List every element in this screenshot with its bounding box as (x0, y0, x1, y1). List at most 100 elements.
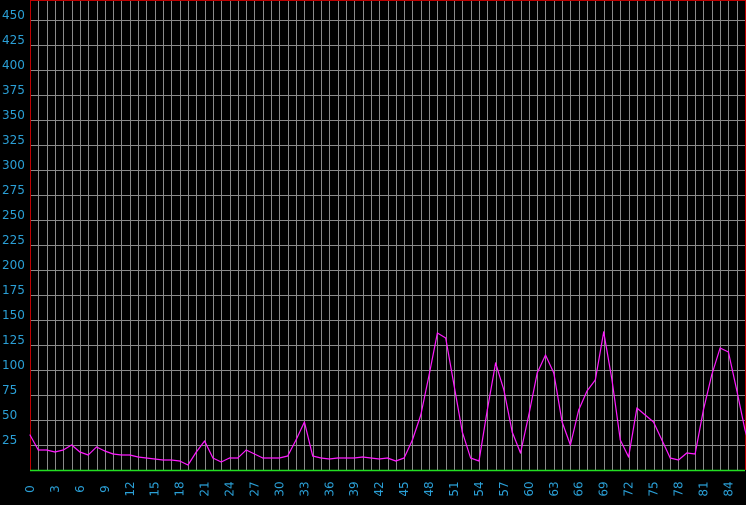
data-point (220, 461, 222, 463)
data-point (104, 450, 106, 452)
data-point (345, 457, 347, 459)
chart: 2550751001251501752002252502753003253503… (0, 0, 746, 505)
data-point (503, 389, 505, 391)
y-tick-label: 350 (2, 108, 25, 122)
data-point (353, 457, 355, 459)
data-point (270, 457, 272, 459)
x-tick-label: 54 (472, 481, 486, 496)
data-point (619, 439, 621, 441)
data-point (436, 332, 438, 334)
x-tick-label: 84 (721, 481, 735, 496)
x-tick-label: 3 (48, 485, 62, 493)
data-point (362, 456, 364, 458)
data-point (511, 431, 513, 433)
x-tick-label: 24 (223, 481, 237, 496)
data-point (644, 414, 646, 416)
data-point (253, 453, 256, 455)
data-point (711, 374, 713, 376)
data-point (544, 354, 547, 356)
data-point (736, 389, 738, 391)
y-tick-label: 250 (2, 208, 25, 222)
data-point (129, 454, 131, 456)
data-point (337, 457, 339, 459)
x-tick-label: 15 (148, 481, 162, 496)
data-point (154, 458, 156, 460)
data-point (702, 409, 705, 411)
data-point (727, 351, 730, 353)
x-tick-label: 69 (597, 481, 611, 496)
y-tick-label: 100 (2, 358, 25, 372)
y-tick-label: 175 (2, 283, 25, 297)
data-point (478, 460, 480, 462)
y-tick-label: 200 (2, 258, 25, 272)
data-point (553, 372, 555, 374)
data-point (46, 449, 48, 451)
data-point (71, 444, 73, 446)
data-point (137, 456, 139, 458)
data-point (628, 456, 630, 458)
data-point (245, 449, 247, 451)
x-tick-label: 39 (347, 481, 361, 496)
data-point (686, 452, 688, 454)
y-tick-label: 225 (2, 233, 25, 247)
data-point (187, 464, 189, 466)
data-point (411, 439, 413, 441)
x-tick-label: 60 (522, 481, 536, 496)
x-tick-label: 27 (247, 481, 261, 496)
x-tick-label: 66 (572, 481, 586, 496)
data-point (79, 451, 81, 453)
data-point (495, 362, 497, 364)
data-point (228, 457, 231, 459)
data-point (594, 379, 596, 381)
y-tick-label: 400 (2, 58, 25, 72)
data-point (62, 449, 64, 451)
x-tick-label: 48 (422, 481, 436, 496)
data-point (95, 446, 98, 448)
data-point (112, 453, 114, 455)
data-point (561, 421, 563, 423)
data-point (578, 409, 580, 411)
data-point (420, 414, 422, 416)
data-point (528, 414, 530, 416)
x-tick-label: 6 (73, 485, 87, 493)
x-tick-label: 18 (173, 481, 187, 496)
y-tick-label: 75 (2, 383, 17, 397)
x-tick-label: 21 (198, 481, 212, 496)
x-tick-label: 33 (297, 481, 311, 496)
x-tick-label: 78 (671, 481, 685, 496)
data-point (303, 421, 305, 423)
data-point (636, 407, 638, 409)
x-tick-label: 30 (272, 481, 286, 496)
data-point (586, 390, 588, 392)
x-tick-label: 57 (497, 481, 511, 496)
data-point (29, 434, 31, 436)
data-point (669, 457, 671, 459)
x-tick-label: 51 (447, 481, 461, 496)
x-tick-label: 9 (98, 485, 112, 493)
data-point (519, 452, 522, 454)
data-point (295, 439, 297, 441)
data-point (386, 457, 389, 459)
y-tick-label: 300 (2, 158, 25, 172)
x-tick-label: 12 (123, 481, 137, 496)
data-point (453, 384, 455, 386)
data-point (611, 379, 613, 381)
data-point (445, 337, 447, 339)
y-tick-label: 275 (2, 183, 25, 197)
data-point (719, 347, 721, 349)
data-point (170, 459, 172, 461)
data-point (378, 458, 380, 460)
data-point (195, 451, 197, 453)
data-point (694, 453, 696, 455)
y-tick-label: 50 (2, 408, 17, 422)
data-point (262, 457, 264, 459)
data-point (603, 331, 605, 333)
data-point (403, 457, 405, 459)
x-tick-label: 81 (696, 481, 710, 496)
x-tick-label: 36 (322, 481, 336, 496)
data-point (428, 374, 430, 376)
data-point (652, 421, 655, 423)
data-point (212, 457, 214, 459)
data-point (677, 459, 680, 461)
data-point (37, 449, 39, 451)
